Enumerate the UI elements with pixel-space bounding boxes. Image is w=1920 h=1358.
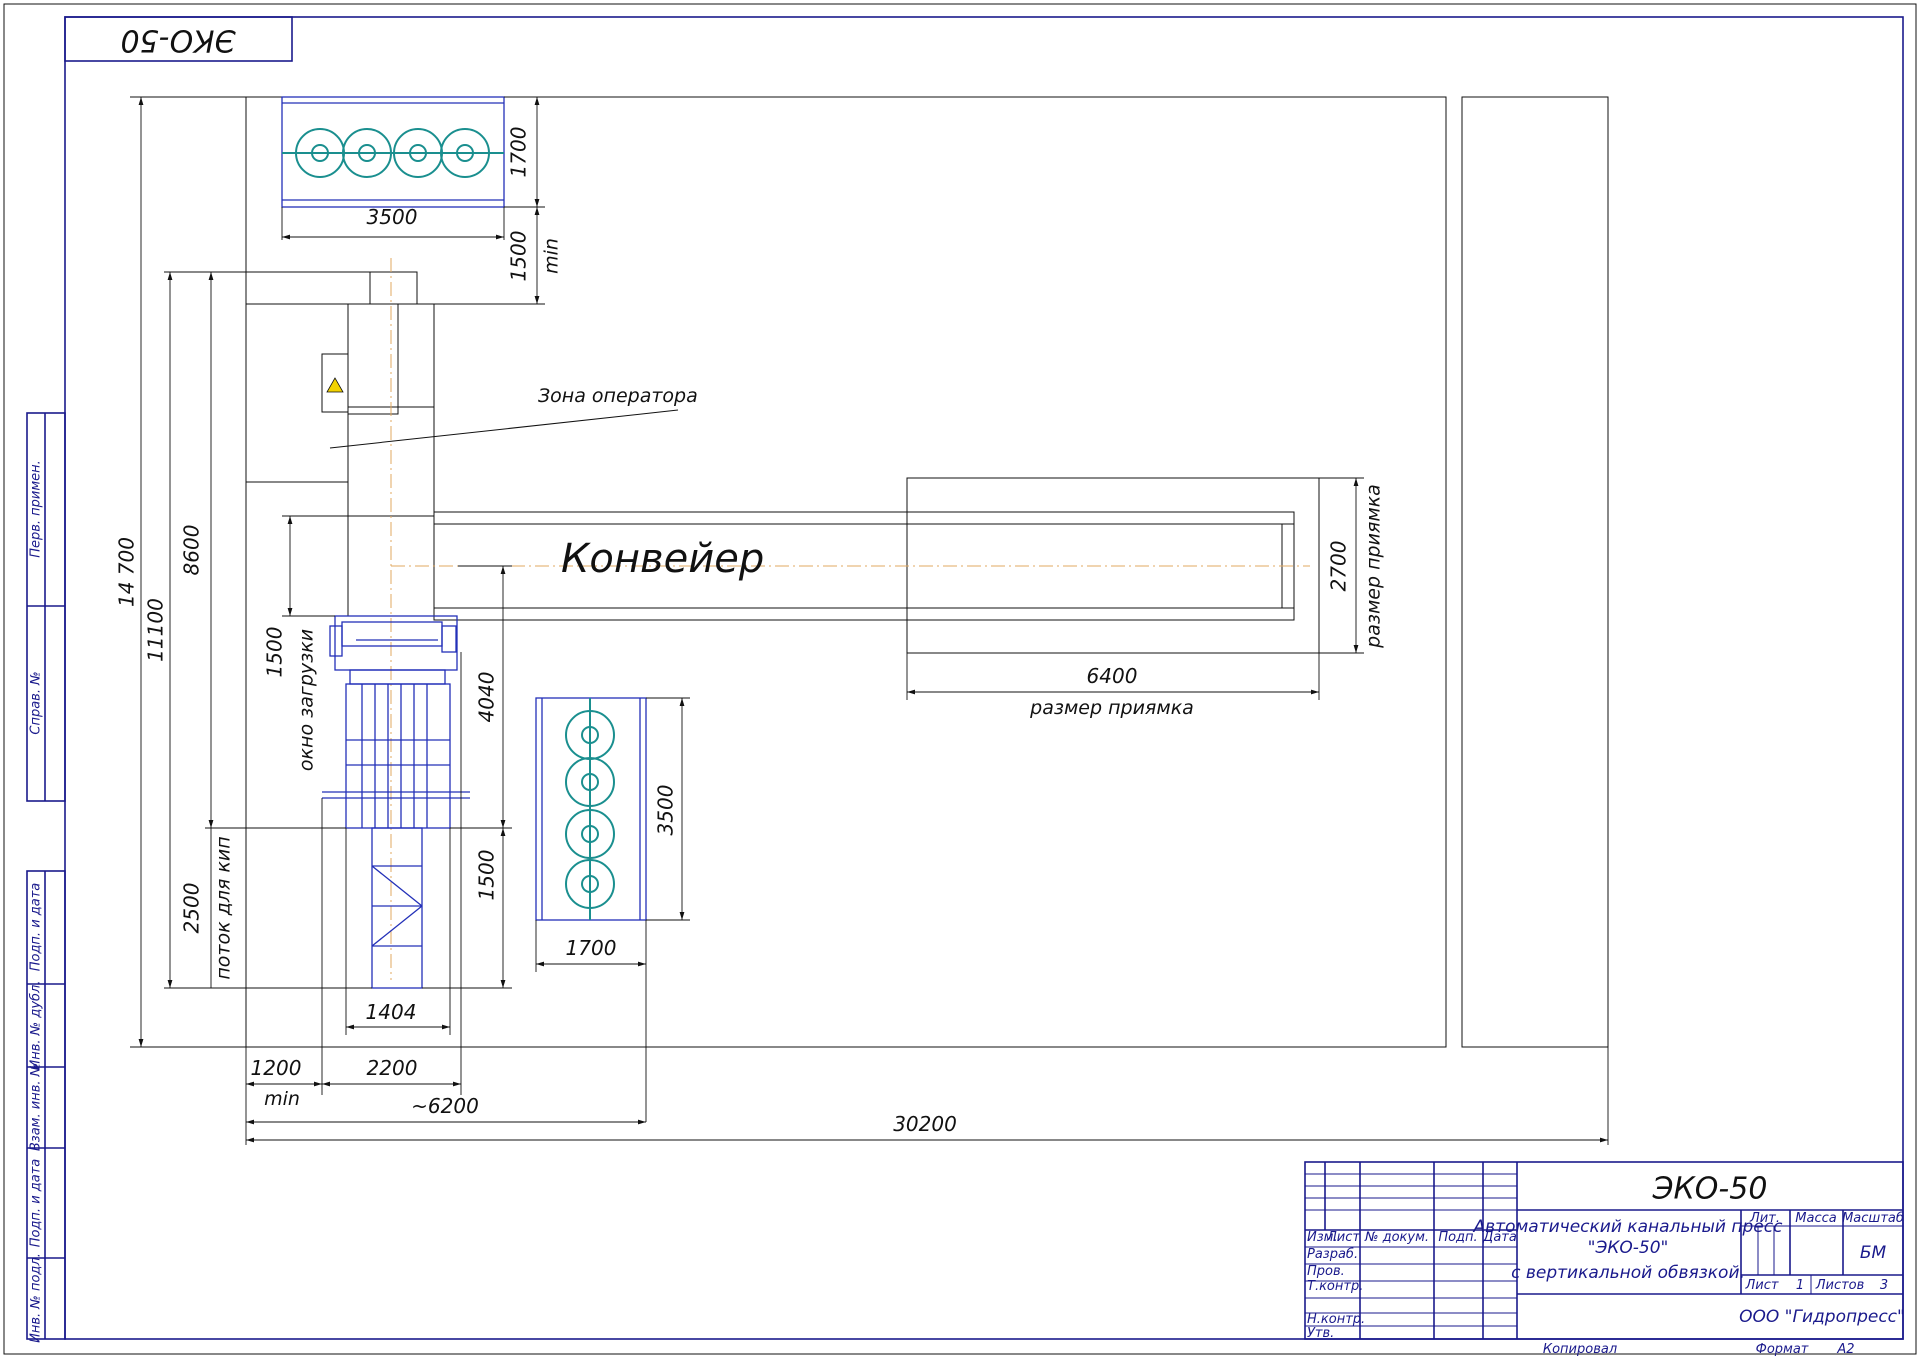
press-body — [321, 258, 435, 980]
label-pit-size-vertical: размер приямка — [1363, 484, 1385, 649]
label-pit-size-horizontal: размер приямка — [1029, 697, 1194, 719]
dim-1700-top: 1700 — [507, 127, 531, 178]
label-operator-zone: Зона оператора — [538, 385, 698, 407]
label-format-value: А2 — [1836, 1342, 1854, 1357]
title-block-title: ЭКО-50 — [1652, 1172, 1768, 1207]
row-razrab: Разраб. — [1307, 1247, 1358, 1262]
dim-2200: 2200 — [367, 1056, 418, 1080]
dim-1700-rolls: 1700 — [566, 936, 617, 960]
stamp-sprav-no: Справ. № — [29, 671, 44, 734]
dim-14700: 14 700 — [115, 537, 139, 607]
title-block-desc-2: "ЭКО-50" — [1588, 1238, 1669, 1258]
operator-zone-hatch — [245, 303, 349, 483]
label-loading-window: окно загрузки — [296, 629, 318, 771]
stamp-podp-data-1: Подп. и дата — [29, 883, 44, 972]
middle-roll-storage — [535, 697, 647, 921]
title-block-massa: Масса — [1795, 1211, 1836, 1226]
col-sign: Подп. — [1438, 1230, 1477, 1245]
label-format: Формат — [1756, 1342, 1809, 1357]
label-bale-flow: поток для кип — [213, 836, 235, 979]
title-block-lit: Лит. — [1749, 1211, 1780, 1226]
label-kopiroval: Копировал — [1543, 1342, 1617, 1357]
stamp-perv-primen: Перв. примен. — [29, 460, 44, 558]
title-block-sheet-label: Лист — [1745, 1278, 1779, 1293]
drawing-code-box: ЭКО-50 — [64, 16, 293, 62]
dim-2700: 2700 — [1327, 541, 1351, 592]
dim-3500-top: 3500 — [367, 205, 418, 229]
label-conveyor: Конвейер — [561, 536, 764, 582]
row-utv: Утв. — [1307, 1326, 1334, 1341]
title-block-masshtab: Масштаб — [1842, 1211, 1904, 1226]
row-prov: Пров. — [1307, 1264, 1345, 1279]
title-block: ЭКО-50 Автоматический канальный пресс "Э… — [1304, 1161, 1905, 1341]
stamp-inv-podl: Инв. № подл. — [29, 1253, 44, 1343]
building-outline — [245, 96, 1447, 1048]
conveyor — [391, 477, 1320, 654]
dim-1404: 1404 — [366, 1000, 417, 1024]
sheet-inner-frame — [64, 16, 1904, 1340]
label-min-bottom: min — [264, 1088, 300, 1110]
title-block-scale-value: БМ — [1860, 1243, 1887, 1263]
dim-2500: 2500 — [180, 883, 204, 934]
title-block-desc-3: с вертикальной обвязкой. — [1511, 1263, 1745, 1283]
drawing-sheet: ЭКО-50 Перв. примен. Справ. № Подп. и да… — [3, 3, 1917, 1357]
press-mechanism — [322, 615, 470, 989]
dim-30200: 30200 — [893, 1112, 957, 1136]
dim-1500-window: 1500 — [263, 627, 287, 678]
top-roll-storage — [281, 96, 505, 208]
stamp-podp-data-2: Подп. и дата — [29, 1159, 44, 1248]
dimension-lines — [130, 96, 1609, 1145]
dim-11100: 11100 — [144, 598, 168, 662]
dim-6400: 6400 — [1087, 664, 1138, 688]
title-block-company: ООО "Гидропресс" — [1739, 1307, 1905, 1327]
col-list: Лист — [1326, 1230, 1360, 1245]
dim-8600: 8600 — [180, 525, 204, 576]
dim-1200: 1200 — [251, 1056, 302, 1080]
dim-4040: 4040 — [475, 672, 499, 723]
title-block-sheets-label: Листов — [1815, 1278, 1865, 1293]
title-block-desc-1: Автоматический канальный пресс — [1473, 1217, 1784, 1237]
adjacent-building — [1461, 96, 1609, 1048]
label-min-top: min — [541, 238, 563, 274]
title-block-sheet-value: 1 — [1796, 1278, 1804, 1293]
operator-zone-leader — [329, 409, 679, 449]
row-tkontr: Т.контр. — [1307, 1279, 1363, 1294]
dim-1500-mid: 1500 — [475, 850, 499, 901]
dim-3500-rolls: 3500 — [654, 785, 678, 836]
dimension-texts: 14 700 11100 8600 2500 поток для кип 150… — [115, 127, 1385, 1136]
stamp-inv-dubl: Инв. № дубл. — [29, 981, 44, 1070]
title-block-sheets-value: 3 — [1880, 1278, 1888, 1293]
drawing-code-rotated: ЭКО-50 — [121, 23, 237, 58]
row-nkontr: Н.контр. — [1307, 1312, 1365, 1327]
stamp-vzam-inv: Взам. инв. № — [29, 1063, 44, 1151]
side-stamp-column: Перв. примен. Справ. № Подп. и дата Инв.… — [26, 412, 66, 1343]
col-doc: № докум. — [1364, 1230, 1429, 1245]
dim-1500-min: 1500 — [507, 231, 531, 282]
dim-6200: ~6200 — [411, 1094, 479, 1118]
col-date: Дата — [1482, 1230, 1517, 1245]
warning-icon — [326, 377, 344, 393]
